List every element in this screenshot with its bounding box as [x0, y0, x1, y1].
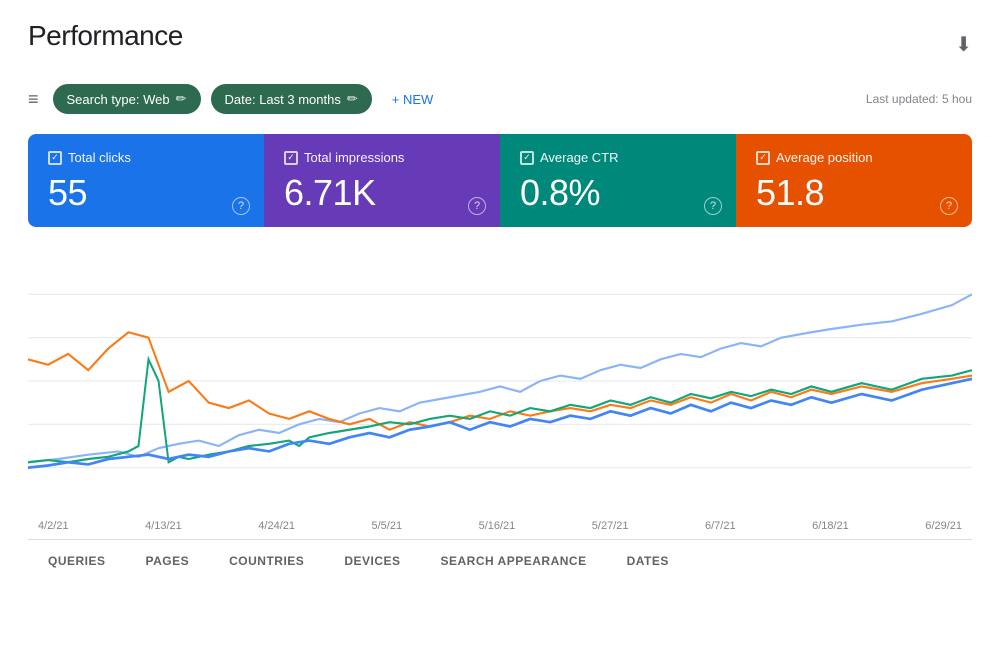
- average-ctr-value: 0.8%: [520, 173, 716, 213]
- average-position-label: Average position: [776, 150, 873, 165]
- metrics-row: Total clicks 55 ? Total impressions 6.71…: [28, 134, 972, 227]
- performance-chart: 4/2/21 4/13/21 4/24/21 5/5/21 5/16/21 5/…: [28, 251, 972, 531]
- total-impressions-value: 6.71K: [284, 173, 480, 213]
- date-label-6: 5/27/21: [592, 520, 629, 532]
- search-type-chip[interactable]: Search type: Web ✏: [53, 84, 201, 114]
- average-position-help-icon[interactable]: ?: [940, 197, 958, 215]
- average-position-value: 51.8: [756, 173, 952, 213]
- new-button[interactable]: + NEW: [382, 85, 444, 114]
- date-label-5: 5/16/21: [479, 520, 516, 532]
- metric-total-clicks[interactable]: Total clicks 55 ?: [28, 134, 264, 227]
- last-updated-text: Last updated: 5 hou: [866, 92, 972, 106]
- date-edit-icon: ✏: [347, 91, 358, 107]
- total-impressions-help-icon[interactable]: ?: [468, 197, 486, 215]
- date-chip[interactable]: Date: Last 3 months ✏: [211, 84, 372, 114]
- total-impressions-label: Total impressions: [304, 150, 404, 165]
- toolbar: ≡ Search type: Web ✏ Date: Last 3 months…: [28, 84, 972, 114]
- date-label-1: 4/2/21: [38, 520, 69, 532]
- search-type-edit-icon: ✏: [176, 91, 187, 107]
- date-label-3: 4/24/21: [258, 520, 295, 532]
- tab-dates[interactable]: DATES: [607, 540, 689, 580]
- page-title: Performance: [28, 20, 183, 52]
- chart-dates: 4/2/21 4/13/21 4/24/21 5/5/21 5/16/21 5/…: [28, 520, 972, 532]
- date-label: Date: Last 3 months: [225, 92, 341, 107]
- export-icon[interactable]: ⬇: [955, 32, 972, 57]
- metric-average-position[interactable]: Average position 51.8 ?: [736, 134, 972, 227]
- metric-average-ctr[interactable]: Average CTR 0.8% ?: [500, 134, 736, 227]
- average-position-checkbox[interactable]: [756, 151, 770, 165]
- search-type-label: Search type: Web: [67, 92, 170, 107]
- average-ctr-label: Average CTR: [540, 150, 619, 165]
- metric-total-impressions[interactable]: Total impressions 6.71K ?: [264, 134, 500, 227]
- chart-svg: [28, 251, 972, 511]
- total-impressions-checkbox[interactable]: [284, 151, 298, 165]
- bottom-tabs: QUERIES PAGES COUNTRIES DEVICES SEARCH A…: [28, 539, 972, 580]
- tab-pages[interactable]: PAGES: [126, 540, 210, 580]
- date-label-4: 5/5/21: [372, 520, 403, 532]
- average-ctr-checkbox[interactable]: [520, 151, 534, 165]
- average-ctr-help-icon[interactable]: ?: [704, 197, 722, 215]
- date-label-8: 6/18/21: [812, 520, 849, 532]
- filter-icon[interactable]: ≡: [28, 89, 39, 110]
- tab-countries[interactable]: COUNTRIES: [209, 540, 324, 580]
- tab-queries[interactable]: QUERIES: [28, 540, 126, 580]
- total-clicks-label: Total clicks: [68, 150, 131, 165]
- date-label-9: 6/29/21: [925, 520, 962, 532]
- total-clicks-help-icon[interactable]: ?: [232, 197, 250, 215]
- date-label-2: 4/13/21: [145, 520, 182, 532]
- tab-devices[interactable]: DEVICES: [324, 540, 420, 580]
- tab-search-appearance[interactable]: SEARCH APPEARANCE: [421, 540, 607, 580]
- total-clicks-checkbox[interactable]: [48, 151, 62, 165]
- date-label-7: 6/7/21: [705, 520, 736, 532]
- total-clicks-value: 55: [48, 173, 244, 213]
